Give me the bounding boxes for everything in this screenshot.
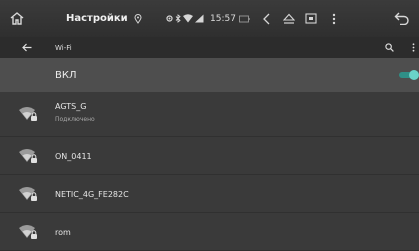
app-title: Настройки	[66, 13, 128, 24]
wifi-signal-icon	[183, 0, 193, 37]
arrow-back-icon[interactable]	[22, 37, 32, 58]
wifi-switch[interactable]	[399, 70, 419, 80]
eject-icon[interactable]	[283, 0, 295, 37]
cell-signal-icon	[195, 0, 204, 37]
sync-icon	[166, 0, 173, 37]
search-icon[interactable]	[385, 37, 394, 58]
network-ssid: rom	[55, 228, 71, 237]
network-ssid: ON_0411	[55, 152, 92, 161]
overflow-menu-icon[interactable]	[412, 37, 415, 58]
network-ssid: NETIC_4G_FE282C	[55, 190, 129, 199]
back-icon[interactable]	[394, 0, 410, 37]
network-item[interactable]: rom	[0, 213, 419, 251]
clock: 15:57	[210, 13, 236, 24]
page-title: Wi-Fi	[55, 43, 72, 52]
network-status: Подключено	[55, 116, 95, 123]
bluetooth-icon	[175, 0, 181, 37]
status-bar: Настройки 15:57	[0, 0, 419, 37]
wifi-toggle-row[interactable]: ВКЛ	[0, 58, 419, 92]
network-item[interactable]: AGTS_G Подключено	[0, 92, 419, 137]
screen-icon[interactable]	[305, 0, 317, 37]
location-icon	[134, 0, 142, 37]
wifi-locked-icon	[18, 148, 38, 164]
wifi-locked-icon	[18, 186, 38, 202]
wifi-locked-icon	[18, 224, 38, 240]
network-ssid: AGTS_G	[55, 102, 87, 111]
network-item[interactable]: ON_0411	[0, 137, 419, 175]
wifi-locked-icon	[18, 106, 38, 122]
switch-thumb	[409, 70, 419, 80]
app-bar: Wi-Fi	[0, 37, 419, 58]
network-item[interactable]: NETIC_4G_FE282C	[0, 175, 419, 213]
toggle-label: ВКЛ	[55, 69, 77, 81]
battery-icon	[239, 0, 250, 37]
network-list: AGTS_G Подключено ON_0411 NETIC_4G_FE282…	[0, 92, 419, 251]
more-vert-icon[interactable]	[332, 0, 336, 37]
home-icon[interactable]	[9, 0, 25, 37]
volume-icon[interactable]	[262, 0, 272, 37]
